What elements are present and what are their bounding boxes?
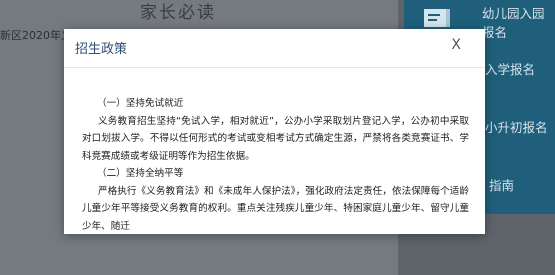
section-heading: （一）坚持免试就近: [97, 98, 184, 109]
section-paragraph: 严格执行《义务教育法》和《未成年人保护法》，强化政府法定责任，依法保障每个适龄儿…: [82, 185, 469, 232]
policy-modal: 招生政策 X （一）坚持免试就近 义务教育招生坚持“免试入学，相对就近”，公办小…: [64, 29, 485, 234]
book-icon: [422, 6, 452, 30]
modal-title: 招生政策: [75, 42, 128, 57]
modal-body: （一）坚持免试就近 义务教育招生坚持“免试入学，相对就近”，公办小学采取划片登记…: [64, 68, 485, 234]
side-menu-label: 幼儿园入园报名: [482, 6, 545, 40]
parents-must-read-heading: 家长必读: [140, 3, 216, 23]
close-button[interactable]: X: [451, 37, 461, 53]
side-menu-label: 入学报名: [485, 61, 536, 77]
modal-header: 招生政策 X: [64, 29, 485, 68]
side-menu-label: 小升初报名: [485, 119, 548, 135]
section-heading: （二）坚持全纳平等: [97, 168, 184, 179]
section-paragraph: 义务教育招生坚持“免试入学，相对就近”，公办小学采取划片登记入学，公办初中采取对…: [82, 115, 469, 162]
side-menu-label: 指南: [489, 177, 515, 193]
